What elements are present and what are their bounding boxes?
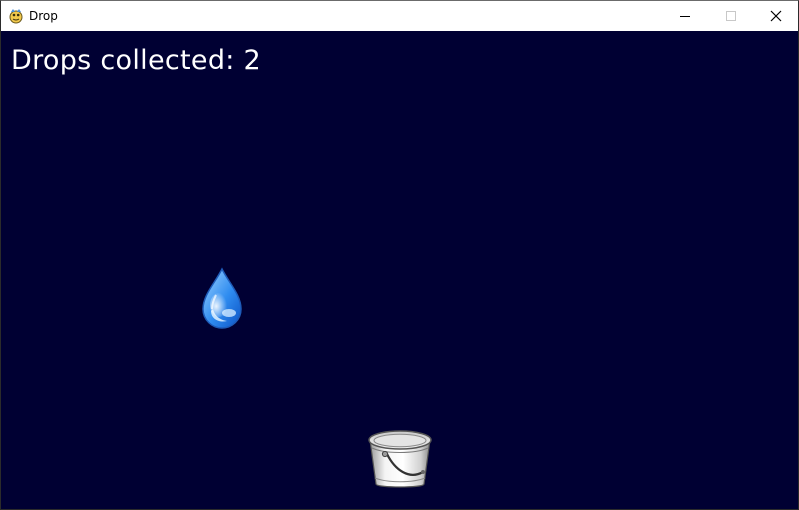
- raindrop-icon: [199, 267, 245, 331]
- game-canvas[interactable]: Drops collected: 2: [1, 31, 798, 509]
- score-counter: Drops collected: 2: [11, 45, 262, 76]
- maximize-button[interactable]: [708, 1, 754, 31]
- minimize-button[interactable]: [662, 1, 708, 31]
- pygame-app-icon: [8, 8, 24, 24]
- window-title: Drop: [29, 9, 58, 23]
- app-window: Drop Drops collected: 2: [0, 0, 799, 510]
- close-button[interactable]: [753, 1, 799, 31]
- close-icon: [770, 7, 782, 26]
- maximize-icon: [725, 7, 737, 26]
- title-bar[interactable]: Drop: [1, 1, 798, 31]
- minimize-icon: [679, 7, 691, 26]
- bucket-icon: [365, 426, 435, 492]
